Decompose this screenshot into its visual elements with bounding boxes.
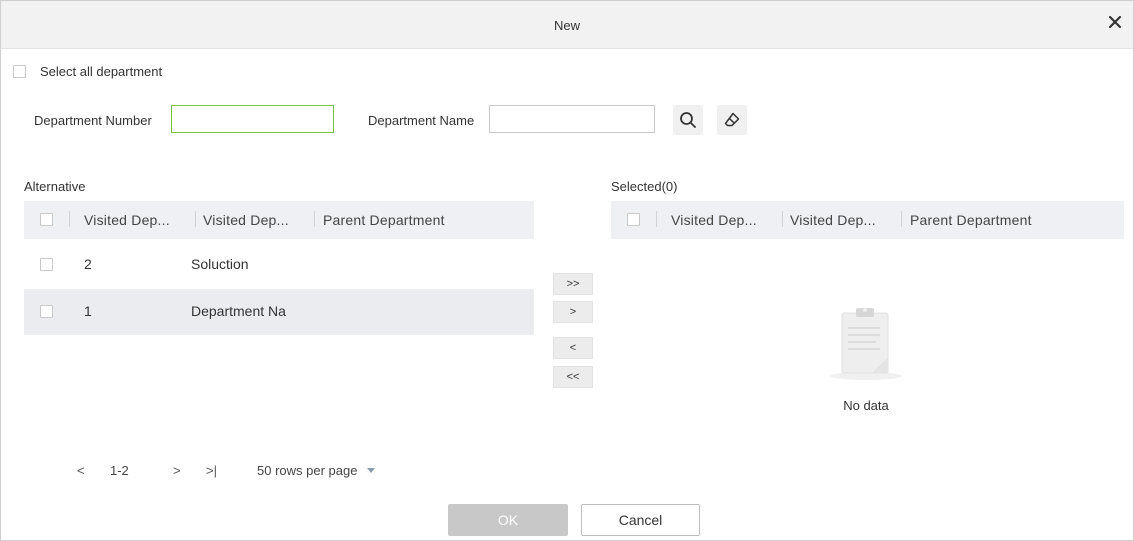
department-name-label: Department Name [368,113,475,128]
dialog-title: New [553,18,580,33]
row-department-name: Soluction [191,256,249,272]
dialog-titlebar: New [1,1,1133,49]
column-separator [782,211,783,227]
department-name-input[interactable] [489,105,655,133]
select-all-checkbox[interactable] [13,65,26,78]
close-icon[interactable] [1107,14,1123,30]
table-row[interactable]: 2 Soluction [24,242,534,288]
new-department-dialog: New Select all department Department Num… [0,0,1134,541]
rows-per-page-label: 50 rows per page [257,463,358,478]
column-separator [69,211,70,227]
cancel-button[interactable]: Cancel [581,504,700,536]
move-left-button[interactable]: < [553,337,593,359]
selected-col-number[interactable]: Visited Dep... [671,212,757,228]
selected-col-name[interactable]: Visited Dep... [790,212,876,228]
pagination-last[interactable]: >| [206,463,217,478]
column-separator [195,211,196,227]
alternative-header-checkbox[interactable] [40,213,53,226]
pagination-prev[interactable]: < [77,463,85,478]
selected-title: Selected(0) [611,179,678,194]
move-right-button[interactable]: > [553,301,593,323]
department-number-label: Department Number [34,113,152,128]
search-button[interactable] [673,105,703,135]
column-separator [656,211,657,227]
selected-header-checkbox[interactable] [627,213,640,226]
column-separator [901,211,902,227]
caret-down-icon [367,467,376,473]
ok-button[interactable]: OK [448,504,568,536]
alternative-col-name[interactable]: Visited Dep... [203,212,289,228]
selected-table-header: Visited Dep... Visited Dep... Parent Dep… [611,201,1124,239]
pagination-next[interactable]: > [173,463,181,478]
row-checkbox[interactable] [40,305,53,318]
search-icon [680,112,696,128]
row-department-name: Department Na [191,303,286,319]
move-all-left-button[interactable]: << [553,366,593,388]
clipboard-icon [830,308,902,380]
no-data-text: No data [843,398,889,413]
select-all-label: Select all department [40,64,163,79]
rows-per-page-select[interactable]: 50 rows per page [257,463,376,478]
alternative-table-header: Visited Dep... Visited Dep... Parent Dep… [24,201,534,239]
selected-col-parent[interactable]: Parent Department [910,212,1032,228]
search-row: Department Number Department Name [1,105,1133,135]
row-department-number: 1 [84,303,92,319]
row-checkbox[interactable] [40,258,53,271]
move-all-right-button[interactable]: >> [553,273,593,295]
pagination-range: 1-2 [110,463,129,478]
alternative-col-number[interactable]: Visited Dep... [84,212,170,228]
department-number-input[interactable] [171,105,334,133]
table-row[interactable]: 1 Department Na [24,289,534,335]
alternative-title: Alternative [24,179,86,194]
clear-button[interactable] [717,105,747,135]
column-separator [314,211,315,227]
row-department-number: 2 [84,256,92,272]
eraser-icon [724,112,740,127]
select-all-department[interactable]: Select all department [13,64,162,79]
alternative-col-parent[interactable]: Parent Department [323,212,445,228]
